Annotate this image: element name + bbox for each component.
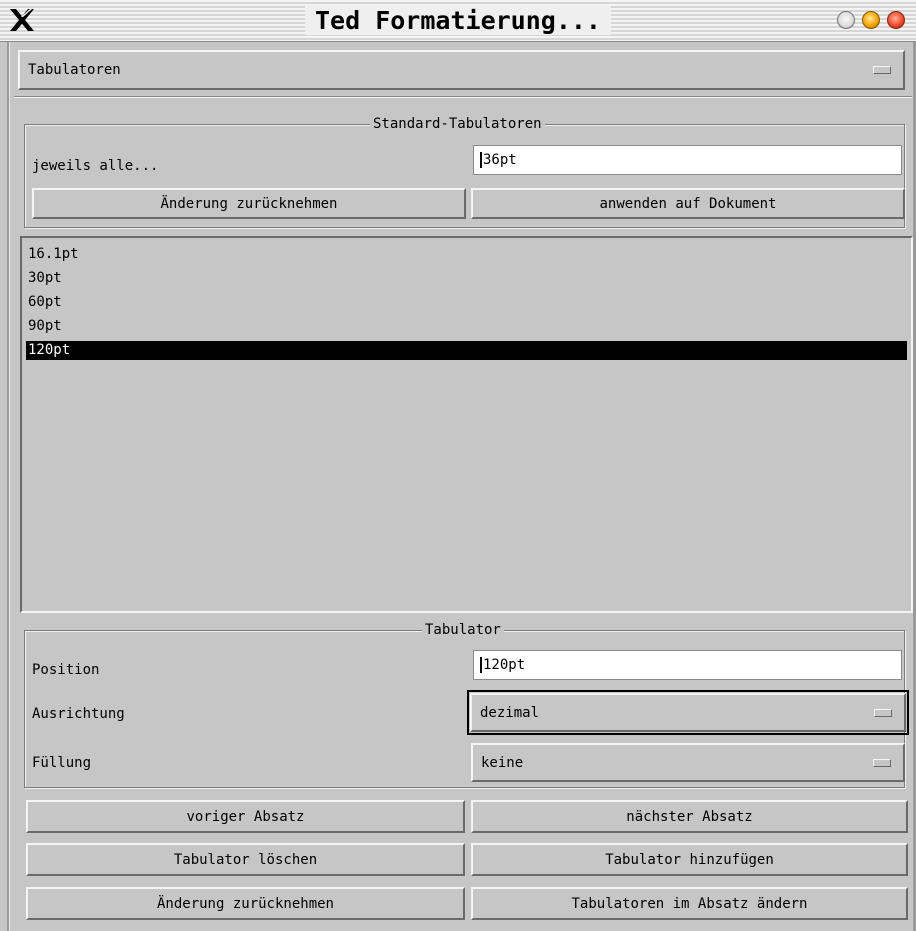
list-item[interactable]: 90pt — [26, 317, 907, 336]
next-paragraph-button[interactable]: nächster Absatz — [471, 800, 908, 833]
standard-tabs-legend: Standard-Tabulatoren — [370, 116, 545, 132]
apply-to-document-button[interactable]: anwenden auf Dokument — [471, 188, 905, 219]
list-item[interactable]: 60pt — [26, 293, 907, 312]
leader-menu[interactable]: keine — [471, 743, 905, 782]
window-title: Ted Formatierung... — [0, 0, 916, 42]
close-icon[interactable] — [887, 11, 905, 29]
list-item[interactable]: 120pt — [26, 341, 907, 360]
list-item[interactable]: 30pt — [26, 269, 907, 288]
maximize-icon[interactable] — [862, 11, 880, 29]
alignment-menu[interactable]: dezimal — [467, 690, 909, 735]
every-label: jeweils alle... — [32, 158, 159, 174]
delete-tab-button[interactable]: Tabulator löschen — [26, 843, 465, 876]
list-item[interactable]: 16.1pt — [26, 245, 907, 264]
page-selector-menu[interactable]: Tabulatoren — [18, 50, 905, 90]
page-selector-value: Tabulatoren — [28, 62, 121, 78]
tab-legend: Tabulator — [422, 622, 504, 638]
every-input[interactable]: 36pt — [473, 145, 902, 175]
standard-revert-button[interactable]: Änderung zurücknehmen — [32, 188, 466, 219]
add-tab-button[interactable]: Tabulator hinzufügen — [471, 843, 908, 876]
position-input[interactable]: 120pt — [473, 650, 902, 680]
minimize-icon[interactable] — [837, 11, 855, 29]
separator — [14, 96, 912, 98]
option-menu-indicator-icon — [874, 708, 892, 717]
leader-label: Füllung — [32, 755, 92, 771]
option-menu-indicator-icon — [873, 758, 891, 767]
change-tabs-in-paragraph-button[interactable]: Tabulatoren im Absatz ändern — [471, 887, 908, 920]
previous-paragraph-button[interactable]: voriger Absatz — [26, 800, 465, 833]
tab-stops-list[interactable]: 16.1pt 30pt 60pt 90pt 120pt — [20, 236, 913, 613]
window-frame-left — [7, 42, 10, 931]
alignment-label: Ausrichtung — [32, 706, 125, 722]
text-cursor — [480, 152, 482, 168]
leader-value: keine — [481, 754, 524, 771]
revert-button[interactable]: Änderung zurücknehmen — [26, 887, 465, 920]
option-menu-indicator-icon — [873, 66, 891, 74]
text-cursor — [480, 657, 482, 673]
alignment-value: dezimal — [480, 704, 540, 721]
position-label: Position — [32, 662, 100, 678]
